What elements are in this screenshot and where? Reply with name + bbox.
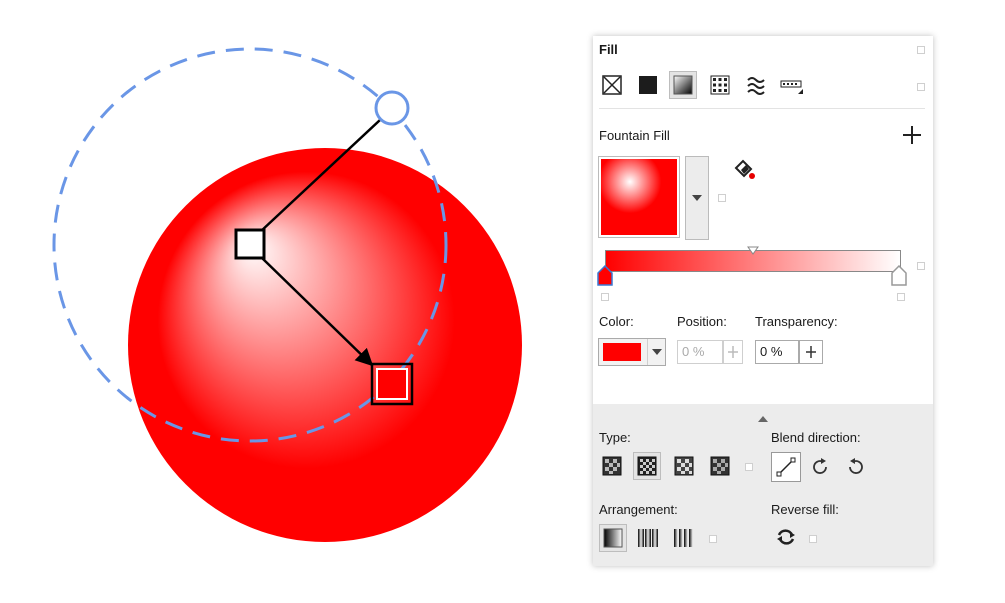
start-node-checkbox[interactable]: [601, 293, 609, 301]
position-slider-button[interactable]: [723, 340, 743, 364]
rectangular-type-icon[interactable]: [707, 453, 733, 479]
transparency-input[interactable]: 0 %: [755, 340, 799, 364]
reverse-fill-icon[interactable]: [773, 524, 799, 550]
end-color-node[interactable]: [891, 264, 907, 292]
no-fill-icon[interactable]: [599, 72, 625, 98]
midpoint-marker[interactable]: [747, 243, 759, 261]
elliptical-type-icon[interactable]: [633, 452, 661, 480]
position-label: Position:: [677, 314, 727, 329]
default-arrangement-icon[interactable]: [599, 524, 627, 552]
preview-option-checkbox[interactable]: [718, 194, 726, 202]
linear-type-icon[interactable]: [599, 453, 625, 479]
preview-dropdown-button[interactable]: [685, 156, 709, 240]
conical-type-icon[interactable]: [671, 453, 697, 479]
angle-handle[interactable]: [374, 90, 410, 126]
plus-icon[interactable]: [901, 124, 923, 151]
repeat-arrangement-icon[interactable]: [671, 525, 697, 551]
fill-type-option-checkbox[interactable]: [917, 83, 925, 91]
postscript-fill-icon[interactable]: [779, 72, 805, 98]
slider-option-checkbox[interactable]: [917, 262, 925, 270]
collapse-arrow-icon[interactable]: [757, 410, 769, 428]
sphere-object[interactable]: [128, 148, 522, 542]
mirror-arrangement-icon[interactable]: [635, 525, 661, 551]
chevron-down-icon: [692, 195, 702, 201]
separator: [599, 108, 925, 109]
end-handle[interactable]: [376, 368, 408, 400]
start-color-node[interactable]: [597, 264, 613, 292]
transparency-label: Transparency:: [755, 314, 838, 329]
node-color-picker[interactable]: [598, 338, 666, 366]
fill-panel: Fill Fountain Fill Color: Position: Tran…: [593, 36, 933, 566]
type-label: Type:: [599, 430, 631, 445]
reverse-option-checkbox[interactable]: [809, 535, 817, 543]
node-color-swatch: [603, 343, 641, 361]
fountain-preview[interactable]: [598, 156, 680, 238]
chevron-down-icon: [652, 349, 662, 355]
uniform-fill-icon[interactable]: [635, 72, 661, 98]
vector-pattern-fill-icon[interactable]: [707, 72, 733, 98]
counterclockwise-blend-icon[interactable]: [843, 454, 869, 480]
position-input[interactable]: 0 %: [677, 340, 723, 364]
color-label: Color:: [599, 314, 634, 329]
reverse-fill-label: Reverse fill:: [771, 502, 839, 517]
panel-option-checkbox[interactable]: [917, 46, 925, 54]
type-option-checkbox[interactable]: [745, 463, 753, 471]
bitmap-pattern-fill-icon[interactable]: [743, 72, 769, 98]
center-handle[interactable]: [234, 228, 266, 260]
fill-bucket-icon[interactable]: [733, 158, 757, 187]
panel-title: Fill: [599, 42, 618, 57]
fountain-fill-label: Fountain Fill: [599, 128, 670, 143]
end-node-checkbox[interactable]: [897, 293, 905, 301]
line-blend-icon[interactable]: [771, 452, 801, 482]
blend-direction-label: Blend direction:: [771, 430, 861, 445]
transparency-slider-button[interactable]: [799, 340, 823, 364]
fountain-fill-icon[interactable]: [669, 71, 697, 99]
clockwise-blend-icon[interactable]: [807, 454, 833, 480]
drawing-canvas[interactable]: [0, 0, 560, 603]
fountain-options-section: Type: Blend direction: Arrangement: Reve…: [593, 404, 933, 566]
arrangement-label: Arrangement:: [599, 502, 678, 517]
arrangement-option-checkbox[interactable]: [709, 535, 717, 543]
